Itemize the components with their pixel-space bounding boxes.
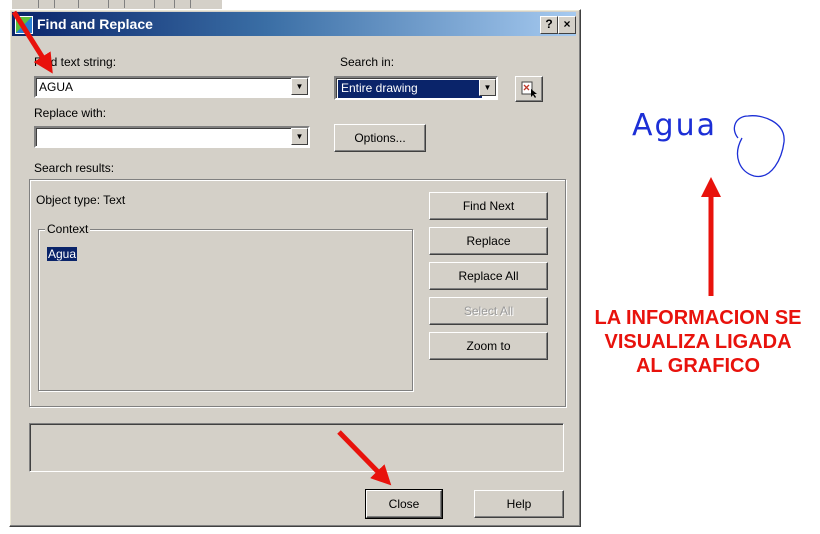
arrow-to-close xyxy=(337,430,392,486)
annotation-line-2: VISUALIZA LIGADA xyxy=(604,331,792,353)
annotation-arrows xyxy=(11,10,721,486)
annotation-line-3: AL GRAFICO xyxy=(635,355,761,377)
arrow-to-find-field xyxy=(11,10,53,74)
annotation-text: LA INFORMACION SE VISUALIZA LIGADA AL GR… xyxy=(580,306,816,378)
annotation-line-1: LA INFORMACION SE xyxy=(594,307,802,329)
